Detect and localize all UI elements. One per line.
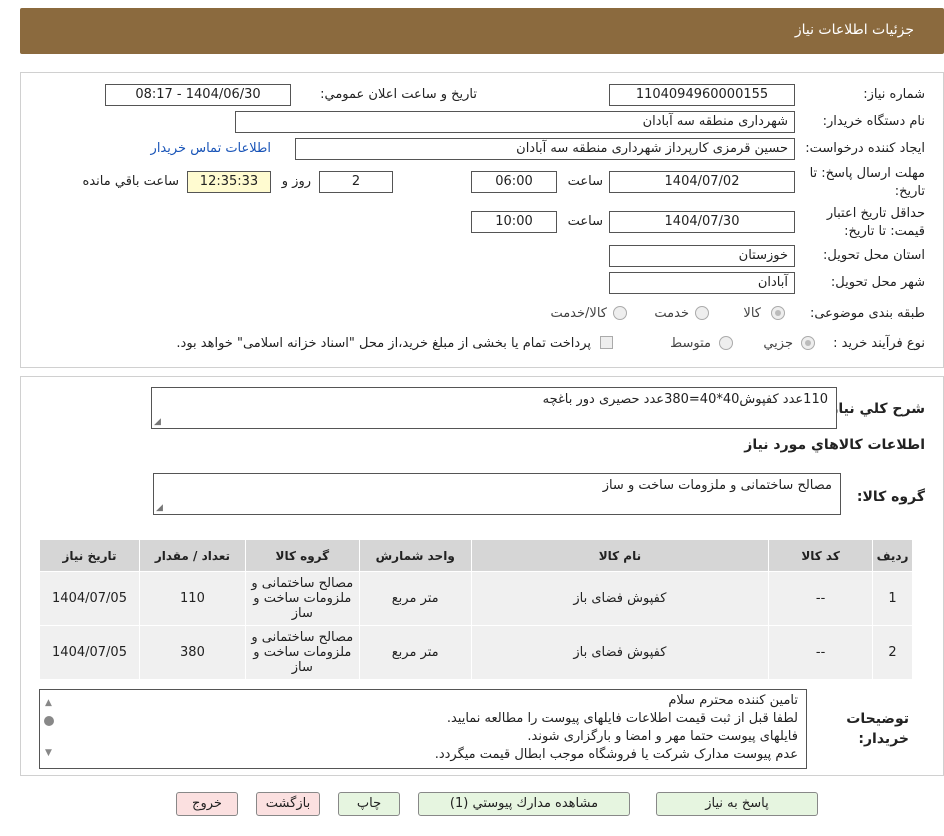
table-header-row: رديف كد كالا نام كالا واحد شمارش گروه كا… xyxy=(38,539,913,572)
resize-grip-icon[interactable]: ◢ xyxy=(154,417,161,427)
need-number-field: 1104094960000155 xyxy=(609,84,795,106)
cell-row-number: 2 xyxy=(872,625,913,680)
cell-goods-code: -- xyxy=(768,625,874,680)
treasury-payment-note: پرداخت تمام يا بخشی از مبلغ خريد،از محل … xyxy=(176,336,591,351)
process-minor-label: جزيي xyxy=(763,336,793,351)
col-header-row-number: رديف xyxy=(872,539,913,572)
col-header-goods-code: كد كالا xyxy=(768,539,874,572)
validity-date-field: 1404/07/30 xyxy=(609,211,795,233)
scroll-down-icon[interactable]: ▼ xyxy=(45,744,52,762)
validity-time-field: 10:00 xyxy=(471,211,557,233)
need-number-label: شماره نیاز: xyxy=(863,87,925,102)
cell-unit: متر مربع xyxy=(358,625,472,680)
notes-scrollbar[interactable]: ▲ ▼ xyxy=(42,692,58,766)
category-goods-radio[interactable] xyxy=(771,306,785,320)
col-header-need-date: تاريخ نياز xyxy=(38,539,141,572)
buyer-contact-link[interactable]: اطلاعات تماس خريدار xyxy=(151,141,271,156)
col-header-goods-group: گروه كالا xyxy=(244,539,360,572)
deadline-time-label: ساعت xyxy=(567,174,603,189)
cell-unit: متر مربع xyxy=(358,571,472,626)
deadline-date-field: 1404/07/02 xyxy=(609,171,795,193)
summary-textarea[interactable]: 110عدد کفپوش40*40=380عدد حصیری دور باغچه… xyxy=(151,387,837,429)
scroll-up-icon[interactable]: ▲ xyxy=(45,694,52,712)
process-medium-radio[interactable] xyxy=(719,336,733,350)
days-label: روز و xyxy=(281,174,311,189)
city-field: آبادان xyxy=(609,272,795,294)
process-minor-radio[interactable] xyxy=(801,336,815,350)
table-row: 2 -- کفپوش فضای باز متر مربع مصالح ساختم… xyxy=(38,625,913,680)
notes-line: عدم پیوست مدارک شرکت یا فروشگاه موجب ابط… xyxy=(434,747,798,762)
resize-grip-icon[interactable]: ◢ xyxy=(156,503,163,513)
province-field: خوزستان xyxy=(609,245,795,267)
goods-group-label: گروه كالا: xyxy=(856,489,925,505)
cell-goods-name: کفپوش فضای باز xyxy=(470,571,770,626)
treasury-payment-checkbox[interactable] xyxy=(600,336,613,349)
goods-group-text: مصالح ساختمانی و ملزومات ساخت و ساز xyxy=(602,478,832,493)
cell-goods-code: -- xyxy=(768,571,874,626)
cell-need-date: 1404/07/05 xyxy=(38,571,141,626)
page-title: جزئیات اطلاعات نیاز xyxy=(794,22,914,38)
announce-field: 1404/06/30 - 08:17 xyxy=(105,84,291,106)
validity-label-2: قيمت: تا تاريخ: xyxy=(844,224,925,239)
exit-button[interactable]: خروج xyxy=(176,792,238,816)
city-label: شهر محل تحويل: xyxy=(830,275,925,290)
goods-details-panel: شرح كلي نياز: 110عدد کفپوش40*40=380عدد ح… xyxy=(20,376,944,776)
notes-label-1: توضيحات xyxy=(846,711,909,727)
goods-table: رديف كد كالا نام كالا واحد شمارش گروه كا… xyxy=(38,539,913,680)
remaining-label: ساعت باقي مانده xyxy=(82,174,179,189)
back-button[interactable]: بازگشت xyxy=(256,792,320,816)
category-goods-service-label: كالا/خدمت xyxy=(550,306,607,321)
deadline-label-2: تاريخ: xyxy=(894,184,925,199)
days-remaining-field: 2 xyxy=(319,171,393,193)
cell-need-date: 1404/07/05 xyxy=(38,625,141,680)
cell-goods-name: کفپوش فضای باز xyxy=(470,625,770,680)
category-service-radio[interactable] xyxy=(695,306,709,320)
category-goods-service-radio[interactable] xyxy=(613,306,627,320)
validity-time-label: ساعت xyxy=(567,214,603,229)
category-service-label: خدمت xyxy=(654,306,689,321)
creator-field: حسین قرمزی کارپرداز شهرداری منطقه سه آبا… xyxy=(295,138,795,160)
cell-row-number: 1 xyxy=(872,571,913,626)
notes-line: تامین کننده محترم سلام xyxy=(668,693,798,708)
cell-goods-group: مصالح ساختمانی و ملزومات ساخت و ساز xyxy=(244,571,360,626)
goods-info-title: اطلاعات كالاهاي مورد نياز xyxy=(744,437,925,453)
notes-line: لطفا قبل از ثبت قیمت اطلاعات فایلهای پیو… xyxy=(446,711,798,726)
scroll-thumb[interactable] xyxy=(44,716,54,726)
cell-quantity: 110 xyxy=(139,571,246,626)
cell-quantity: 380 xyxy=(139,625,246,680)
page-header: جزئیات اطلاعات نیاز xyxy=(20,8,944,54)
summary-label: شرح كلي نياز: xyxy=(824,401,925,417)
buyer-notes-textarea[interactable]: تامین کننده محترم سلام لطفا قبل از ثبت ق… xyxy=(39,689,807,769)
validity-label-1: حداقل تاريخ اعتبار xyxy=(826,206,925,221)
category-goods-label: كالا xyxy=(743,306,761,321)
goods-group-textarea[interactable]: مصالح ساختمانی و ملزومات ساخت و ساز ◢ xyxy=(153,473,841,515)
notes-label-2: خريدار: xyxy=(858,731,909,747)
col-header-unit: واحد شمارش xyxy=(358,539,472,572)
need-info-panel: شماره نیاز: 1104094960000155 تاریخ و ساع… xyxy=(20,72,944,368)
buyer-org-label: نام دستگاه خريدار: xyxy=(822,114,925,129)
deadline-label-1: مهلت ارسال پاسخ: تا xyxy=(809,166,925,181)
province-label: استان محل تحويل: xyxy=(823,248,925,263)
deadline-time-field: 06:00 xyxy=(471,171,557,193)
print-button[interactable]: چاپ xyxy=(338,792,400,816)
remaining-time-field: 12:35:33 xyxy=(187,171,271,193)
announce-label: تاریخ و ساعت اعلان عمومي: xyxy=(320,87,477,102)
reply-to-need-button[interactable]: پاسخ به نياز xyxy=(656,792,818,816)
notes-line: فایلهای پیوست حتما مهر و امضا و بارگزاری… xyxy=(527,729,798,744)
process-medium-label: متوسط xyxy=(670,336,711,351)
creator-label: ايجاد کننده درخواست: xyxy=(805,141,925,156)
buyer-org-field: شهرداری منطقه سه آبادان xyxy=(235,111,795,133)
table-row: 1 -- کفپوش فضای باز متر مربع مصالح ساختم… xyxy=(38,571,913,626)
category-label: طبقه بندی موضوعی: xyxy=(809,306,925,321)
summary-text: 110عدد کفپوش40*40=380عدد حصیری دور باغچه xyxy=(542,392,828,407)
col-header-quantity: تعداد / مقدار xyxy=(139,539,246,572)
process-label: نوع فرآيند خريد : xyxy=(833,336,925,351)
cell-goods-group: مصالح ساختمانی و ملزومات ساخت و ساز xyxy=(244,625,360,680)
col-header-goods-name: نام كالا xyxy=(470,539,770,572)
view-attachments-button[interactable]: مشاهده مدارك پيوستي (1) xyxy=(418,792,630,816)
